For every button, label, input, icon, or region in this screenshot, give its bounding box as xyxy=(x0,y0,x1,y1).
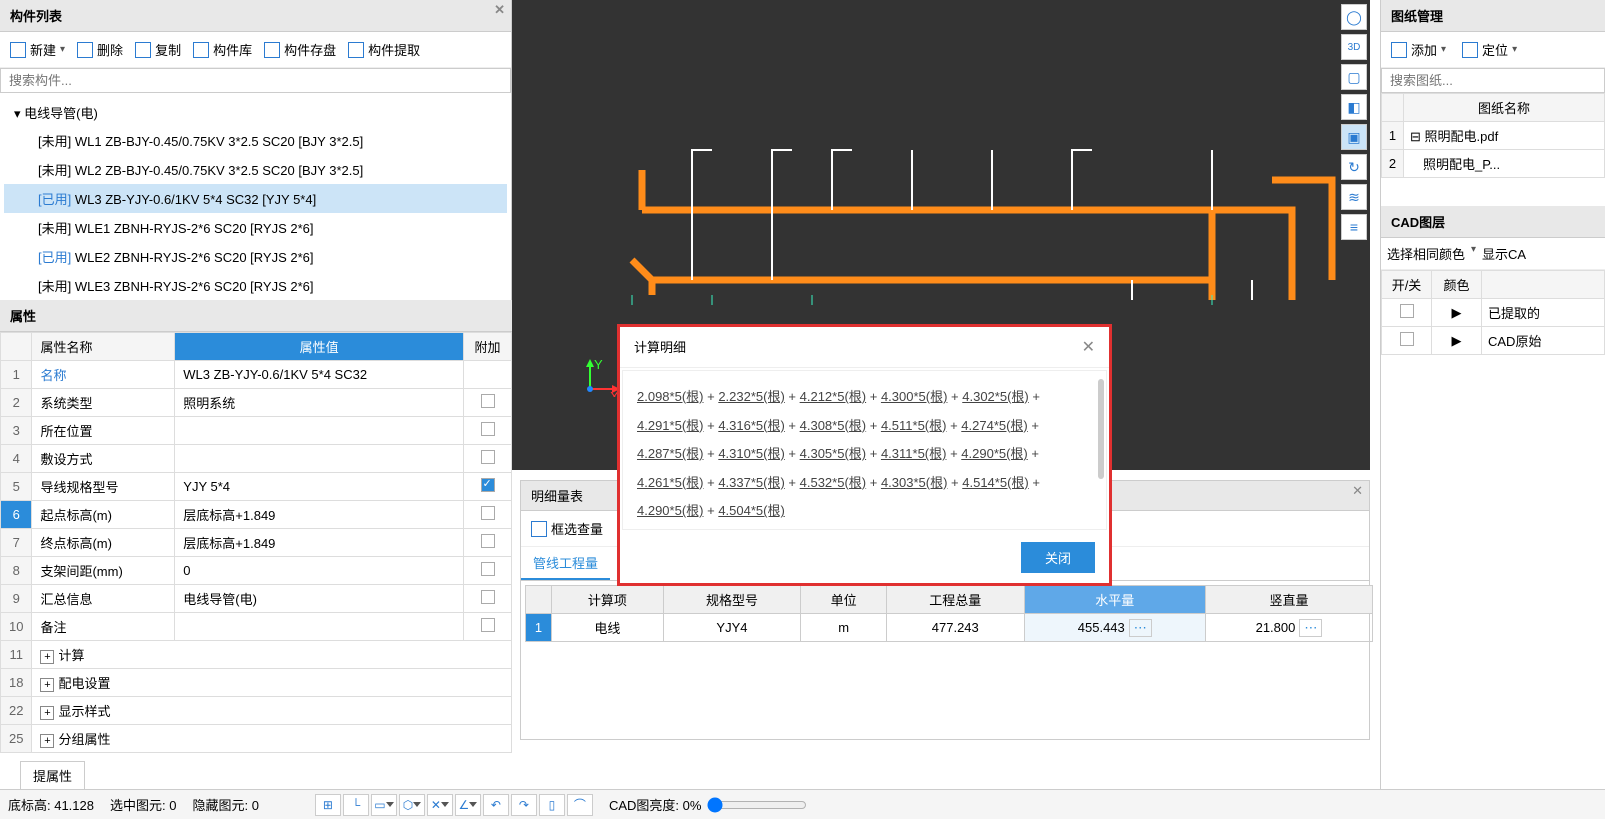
property-row[interactable]: 5导线规格型号YJY 5*4 xyxy=(1,473,512,501)
property-row[interactable]: 25+分组属性 xyxy=(1,725,512,753)
drawing-toolbar: 添加▾ 定位▾ xyxy=(1381,32,1605,68)
close-icon[interactable]: ✕ xyxy=(1082,337,1095,357)
property-row[interactable]: 8支架间距(mm)0 xyxy=(1,557,512,585)
dialog-title: 计算明细 xyxy=(634,337,686,357)
rect-icon[interactable]: ▭ xyxy=(371,794,397,816)
new-button[interactable]: 新建▾ xyxy=(6,38,69,61)
hidden-label: 隐藏图元: 0 xyxy=(192,795,258,814)
cad-layer-header: CAD图层 xyxy=(1381,206,1605,238)
status-tools: ⊞ └ ▭ ⬡ ✕ ∠ ↶ ↷ ▯ ⌒ xyxy=(315,794,593,816)
extract-props-button[interactable]: 提属性 xyxy=(20,761,85,790)
cube-top-icon[interactable]: ▢ xyxy=(1341,64,1367,90)
property-row[interactable]: 6起点标高(m)层底标高+1.849 xyxy=(1,501,512,529)
col-value: 属性值 xyxy=(175,333,464,361)
property-row[interactable]: 4敷设方式 xyxy=(1,445,512,473)
extract-button[interactable]: 构件提取 xyxy=(344,38,424,61)
drawing-row[interactable]: 1⊟ 照明配电.pdf xyxy=(1382,122,1605,150)
properties-table: 属性名称 属性值 附加 1名称WL3 ZB-YJY-0.6/1KV 5*4 SC… xyxy=(0,332,512,753)
drawing-table: 图纸名称 1⊟ 照明配电.pdf2 照明配电_P... xyxy=(1381,93,1605,178)
drawing-header: 图纸管理 xyxy=(1381,0,1605,32)
scrollbar[interactable] xyxy=(1098,379,1104,479)
arc-icon[interactable]: ⌒ xyxy=(567,794,593,816)
brightness-label: CAD图亮度: 0% xyxy=(609,795,807,814)
status-bar: 底标高: 41.128 选中图元: 0 隐藏图元: 0 ⊞ └ ▭ ⬡ ✕ ∠ … xyxy=(0,789,1605,819)
tree-root[interactable]: ▾ 电线导管(电) xyxy=(4,99,507,126)
copy-button[interactable]: 复制 xyxy=(131,38,185,61)
close-icon[interactable]: ✕ xyxy=(1352,483,1363,499)
component-tree: ▾ 电线导管(电) [未用] WL1 ZB-BJY-0.45/0.75KV 3*… xyxy=(0,93,511,306)
property-row[interactable]: 1名称WL3 ZB-YJY-0.6/1KV 5*4 SC32 xyxy=(1,361,512,389)
cross-icon[interactable]: ✕ xyxy=(427,794,453,816)
layers-icon[interactable]: ≋ xyxy=(1341,184,1367,210)
property-row[interactable]: 2系统类型照明系统 xyxy=(1,389,512,417)
floor-label: 底标高: 41.128 xyxy=(8,795,94,814)
tree-item[interactable]: [未用] WLE3 ZBNH-RYJS-2*6 SC20 [RYJS 2*6] xyxy=(4,271,507,300)
layer-toggle[interactable] xyxy=(1400,304,1414,318)
selected-label: 选中图元: 0 xyxy=(110,795,176,814)
window-icon[interactable]: ▯ xyxy=(539,794,565,816)
show-cad-option[interactable]: 显示CA xyxy=(1482,244,1526,263)
layer-toggle[interactable] xyxy=(1400,332,1414,346)
component-toolbar: 新建▾ 删除 复制 构件库 构件存盘 构件提取 xyxy=(0,32,511,68)
cube-front-icon[interactable]: ◧ xyxy=(1341,94,1367,120)
panel-title: 构件列表 xyxy=(10,9,62,24)
tree-item[interactable]: [未用] WLE1 ZBNH-RYJS-2*6 SC20 [RYJS 2*6] xyxy=(4,213,507,242)
table-row[interactable]: 1 电线 YJY4 m 477.243 455.443⋯ 21.800⋯ xyxy=(526,614,1373,642)
drawing-search-input[interactable] xyxy=(1381,68,1605,93)
tree-item[interactable]: [未用] WL1 ZB-BJY-0.45/0.75KV 3*2.5 SC20 [… xyxy=(4,126,507,155)
delete-button[interactable]: 删除 xyxy=(73,38,127,61)
properties-panel: 属性 属性名称 属性值 附加 1名称WL3 ZB-YJY-0.6/1KV 5*4… xyxy=(0,300,512,790)
refresh-icon[interactable]: ↻ xyxy=(1341,154,1367,180)
component-list-header: 构件列表 ✕ xyxy=(0,0,511,32)
expand-icon[interactable]: ⋯ xyxy=(1129,619,1152,637)
drawing-panel: 图纸管理 添加▾ 定位▾ 图纸名称 1⊟ 照明配电.pdf2 照明配电_P...… xyxy=(1380,0,1605,819)
tree-item[interactable]: [已用] WL3 ZB-YJY-0.6/1KV 5*4 SC32 [YJY 5*… xyxy=(4,184,507,213)
list-icon[interactable]: ≡ xyxy=(1341,214,1367,240)
property-row[interactable]: 7终点标高(m)层底标高+1.849 xyxy=(1,529,512,557)
orbit-icon[interactable]: ◯ xyxy=(1341,4,1367,30)
cube-icon[interactable]: ⬡ xyxy=(399,794,425,816)
close-icon[interactable]: ✕ xyxy=(494,2,505,18)
corner-icon[interactable]: └ xyxy=(343,794,369,816)
library-button[interactable]: 构件库 xyxy=(189,38,256,61)
properties-header: 属性 xyxy=(0,300,512,332)
col-extra: 附加 xyxy=(464,333,512,361)
col-name: 属性名称 xyxy=(32,333,175,361)
cube-iso-icon[interactable]: ▣ xyxy=(1341,124,1367,150)
angle-icon[interactable]: ∠ xyxy=(455,794,481,816)
svg-text:Y: Y xyxy=(594,357,603,372)
search-input[interactable] xyxy=(0,68,511,93)
fwd-icon[interactable]: ↷ xyxy=(511,794,537,816)
cad-layer-table: 开/关颜色 ▶已提取的 ▶CAD原始 xyxy=(1381,270,1605,355)
back-icon[interactable]: ↶ xyxy=(483,794,509,816)
tab-pipeline[interactable]: 管线工程量 xyxy=(521,547,610,580)
brightness-slider[interactable] xyxy=(707,797,807,813)
grid-icon[interactable]: ⊞ xyxy=(315,794,341,816)
detail-table: 计算项 规格型号 单位 工程总量 水平量 竖直量 1 电线 YJY4 m 477… xyxy=(525,585,1373,642)
property-row[interactable]: 9汇总信息电线导管(电) xyxy=(1,585,512,613)
expand-icon[interactable]: ⋯ xyxy=(1299,619,1322,637)
tree-item[interactable]: [已用] WLE2 ZBNH-RYJS-2*6 SC20 [RYJS 2*6] xyxy=(4,242,507,271)
component-list-panel: 构件列表 ✕ 新建▾ 删除 复制 构件库 构件存盘 构件提取 ▾ 电线导管(电)… xyxy=(0,0,512,819)
add-drawing-button[interactable]: 添加▾ xyxy=(1387,38,1450,61)
calc-detail-dialog: 计算明细 ✕ 2.098*5(根) + 2.232*5(根) + 4.212*5… xyxy=(617,324,1112,586)
axis-indicator: YX xyxy=(582,357,622,400)
locate-button[interactable]: 定位▾ xyxy=(1458,38,1521,61)
3d-icon[interactable]: 3D xyxy=(1341,34,1367,60)
view-tools: ◯ 3D ▢ ◧ ▣ ↻ ≋ ≡ xyxy=(1339,4,1369,240)
save-button[interactable]: 构件存盘 xyxy=(260,38,340,61)
property-row[interactable]: 18+配电设置 xyxy=(1,669,512,697)
dialog-body[interactable]: 2.098*5(根) + 2.232*5(根) + 4.212*5(根) + 4… xyxy=(622,370,1107,530)
property-row[interactable]: 11+计算 xyxy=(1,641,512,669)
tree-item[interactable]: [未用] WL2 ZB-BJY-0.45/0.75KV 3*2.5 SC20 [… xyxy=(4,155,507,184)
property-row[interactable]: 10备注 xyxy=(1,613,512,641)
same-color-option[interactable]: 选择相同颜色 xyxy=(1387,244,1465,263)
close-button[interactable]: 关闭 xyxy=(1021,542,1095,573)
drawing-row[interactable]: 2 照明配电_P... xyxy=(1382,150,1605,178)
property-row[interactable]: 22+显示样式 xyxy=(1,697,512,725)
property-row[interactable]: 3所在位置 xyxy=(1,417,512,445)
